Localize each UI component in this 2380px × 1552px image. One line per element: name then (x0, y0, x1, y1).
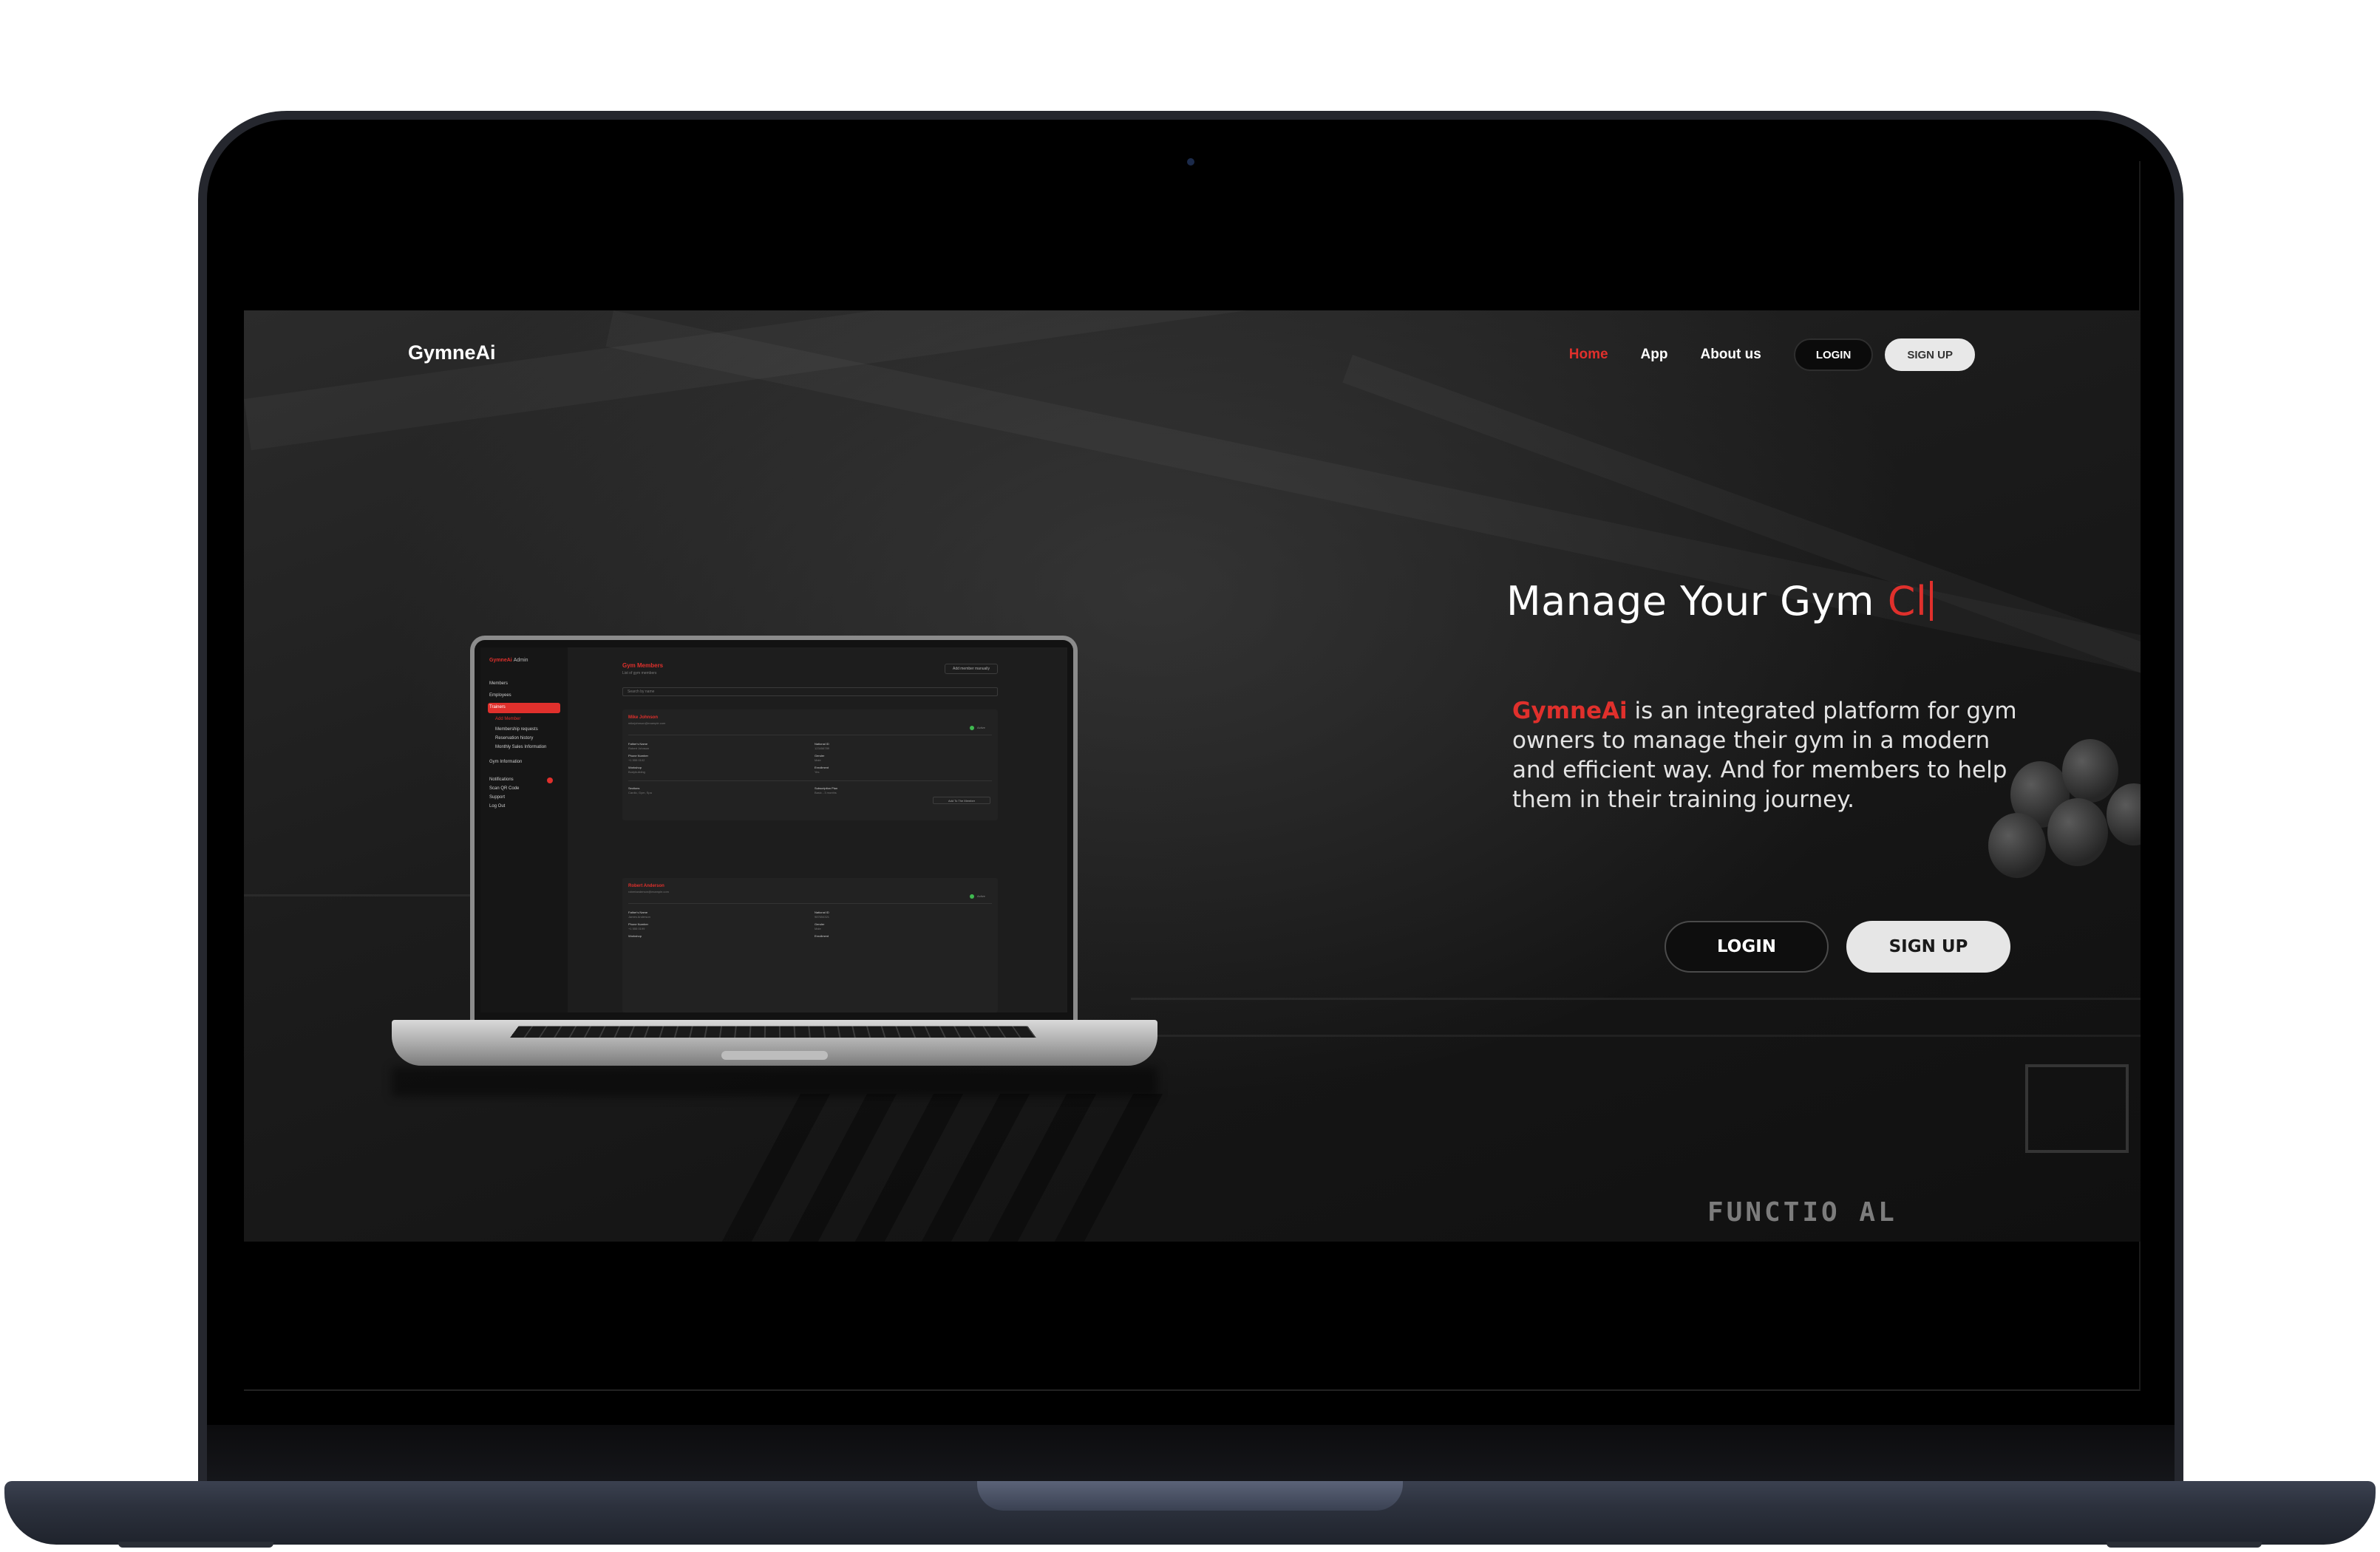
field-label: Workshop (628, 766, 642, 769)
field-label: Father's Name (628, 911, 648, 914)
app-sidebar: GymneAi Admin Members Employees Trainers… (480, 647, 568, 1012)
field-value: 123456789 (815, 746, 830, 750)
field-label: Phone Number (628, 922, 648, 926)
hero-headline-typed: Cl (1887, 578, 1928, 624)
field-label: Sections (628, 786, 640, 790)
field-value: Bodybuilding (628, 770, 645, 774)
field-value: 987654321 (815, 915, 830, 919)
member-name: Mike Johnson (628, 715, 659, 720)
field-label: Enrollment (815, 934, 829, 938)
field-label: Workshop (628, 934, 642, 938)
field-label: Father's Name (628, 742, 648, 746)
hero-headline-static: Manage Your Gym (1506, 578, 1888, 624)
nav-login-button[interactable]: LOGIN (1793, 338, 1874, 371)
background-beam (244, 310, 2141, 450)
typing-cursor (1930, 581, 1934, 621)
app-page-title: Gym Members (622, 662, 664, 669)
field-value: Cardio, Gym, Spa (628, 791, 652, 794)
hero-description: GymneAi is an integrated platform for gy… (1512, 696, 2030, 814)
app-brand: GymneAi Admin (489, 658, 528, 663)
member-email: mikejohnson@example.com (628, 721, 666, 725)
field-value: James Anderson (628, 915, 650, 919)
device-chin (207, 1425, 2175, 1485)
preview-laptop-shadow (392, 1067, 1157, 1097)
sidebar-item-logout[interactable]: Log Out (489, 804, 505, 809)
device-hinge (977, 1481, 1403, 1511)
website-viewport: FUNCTIO AL GymneAi Home App About us LOG… (244, 310, 2141, 1242)
nav-home-link[interactable]: Home (1569, 347, 1608, 363)
member-name: Robert Anderson (628, 884, 664, 888)
sidebar-item-reservation-history[interactable]: Reservation history (495, 736, 533, 741)
field-value: +1 555 0199 (628, 927, 645, 930)
background-beam (1342, 355, 2141, 736)
add-member-manually-button[interactable]: Add member manually (945, 664, 998, 674)
field-label: Gender (815, 922, 825, 926)
nav-signup-button[interactable]: SIGN UP (1885, 338, 1975, 371)
member-status: Active (977, 894, 985, 898)
sidebar-item-trainers[interactable]: Trainers (489, 705, 506, 709)
hero-login-button[interactable]: LOGIN (1665, 921, 1829, 973)
sidebar-item-add-member[interactable]: Add Member (495, 717, 520, 721)
field-value: Basic - 3 months (815, 791, 837, 794)
preview-laptop-keyboard (510, 1026, 1036, 1038)
sidebar-item-gym-information[interactable]: Gym Information (489, 760, 522, 764)
app-brand-suffix: Admin (513, 658, 528, 663)
background-wall-text: FUNCTIO AL (1707, 1197, 1897, 1228)
balloon-image (2107, 783, 2141, 845)
device-foot (2107, 1542, 2262, 1548)
field-value: Yes (815, 770, 820, 774)
field-label: National ID (815, 742, 829, 746)
app-brand-name: GymneAi (489, 658, 512, 663)
field-label: Subscription Plan (815, 786, 838, 790)
sidebar-item-monthly-sales[interactable]: Monthly Sales Information (495, 745, 546, 749)
sidebar-item-members[interactable]: Members (489, 681, 508, 686)
sidebar-item-notifications[interactable]: Notifications (489, 777, 514, 782)
preview-laptop-trackpad (721, 1051, 828, 1060)
field-value: Male (815, 758, 821, 762)
sidebar-item-employees[interactable]: Employees (489, 693, 511, 698)
camera-icon (1187, 158, 1194, 166)
sidebar-item-scan-qr[interactable]: Scan QR Code (489, 786, 519, 791)
nav-about-link[interactable]: About us (1700, 347, 1761, 363)
field-label: Gender (815, 754, 825, 758)
background-rail (1131, 1035, 2141, 1037)
add-to-member-button[interactable]: Add To The Member (933, 797, 990, 804)
field-label: National ID (815, 911, 829, 914)
sidebar-item-support[interactable]: Support (489, 795, 505, 800)
background-frame (2025, 1064, 2129, 1153)
member-card: Robert Anderson robertanderson@example.c… (622, 878, 998, 1012)
field-value: Male (815, 927, 821, 930)
hero-signup-button[interactable]: SIGN UP (1846, 921, 2010, 973)
notification-badge (547, 777, 553, 783)
card-divider (628, 780, 992, 781)
site-logo[interactable]: GymneAi (408, 341, 496, 364)
member-status: Active (977, 726, 985, 729)
balloon-image (1988, 813, 2046, 878)
member-email: robertanderson@example.com (628, 890, 669, 894)
hero-headline: Manage Your Gym Cl (1506, 578, 1934, 624)
app-page-subtitle: List of gym members (622, 671, 657, 675)
balloon-image (2062, 739, 2118, 803)
hero-brand: GymneAi (1512, 698, 1628, 724)
device-foot (118, 1542, 273, 1548)
sidebar-item-membership-requests[interactable]: Membership requests (495, 727, 538, 732)
field-value: +1 555 0102 (628, 758, 645, 762)
status-dot-icon (970, 894, 974, 899)
nav-app-link[interactable]: App (1641, 347, 1668, 363)
top-nav: Home App About us LOGIN SIGN UP (1569, 338, 1975, 371)
background-rail (1131, 998, 2141, 1000)
field-label: Enrollment (815, 766, 829, 769)
member-search-input[interactable]: Search by name (622, 687, 998, 696)
balloon-image (2047, 798, 2108, 866)
status-dot-icon (970, 726, 974, 730)
field-label: Phone Number (628, 754, 648, 758)
card-divider (628, 903, 992, 904)
app-preview-screen: GymneAi Admin Members Employees Trainers… (480, 647, 1067, 1012)
member-card: Mike Johnson mikejohnson@example.com Act… (622, 709, 998, 820)
field-value: Robert Johnson (628, 746, 650, 750)
